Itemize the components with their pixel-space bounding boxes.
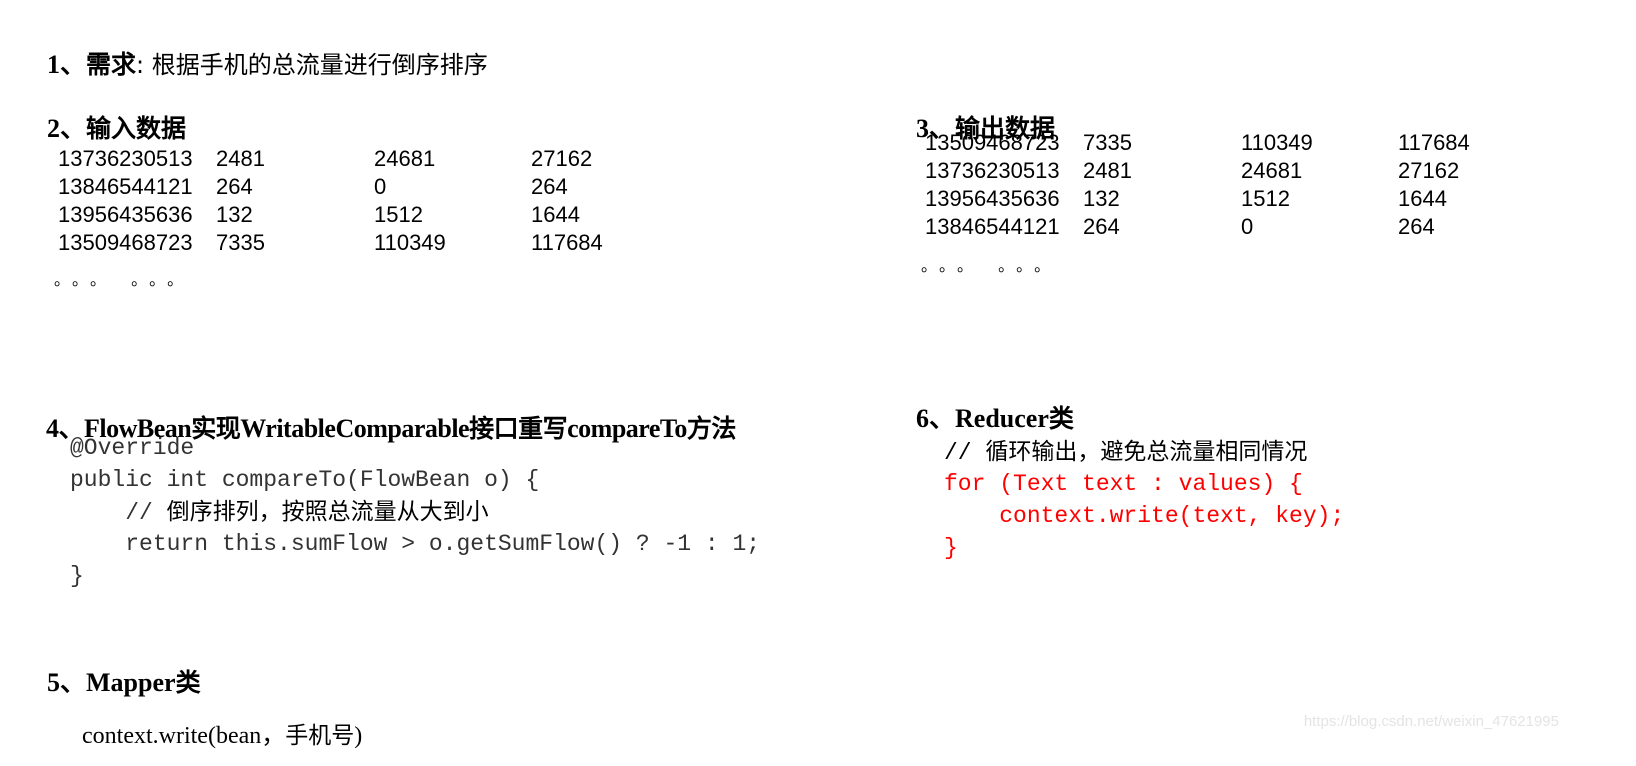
- reducer-code-block: // 循环输出，避免总流量相同情况 for (Text text : value…: [944, 436, 1344, 564]
- code-line: @Override: [70, 435, 195, 461]
- requirement-heading: 1、需求: 根据手机的总流量进行倒序排序: [34, 20, 488, 80]
- down-flow-cell: 1512: [374, 202, 423, 227]
- sum-flow-cell: 27162: [531, 146, 593, 171]
- comment-marker: //: [944, 440, 986, 466]
- ellipsis: 。。。 。。。: [54, 270, 194, 289]
- section-title: 输入数据: [86, 114, 187, 143]
- phone-cell: 13509468723: [925, 130, 1060, 155]
- section-title: Reducer: [955, 404, 1049, 433]
- code-line: return this.sumFlow > o.getSumFlow() ? -…: [70, 531, 761, 557]
- down-flow-cell: 110349: [1241, 130, 1313, 155]
- down-flow-cell: 0: [374, 174, 387, 199]
- up-flow-cell: 264: [1083, 214, 1120, 239]
- requirement-text: 根据手机的总流量进行倒序排序: [151, 51, 488, 79]
- up-flow-cell: 7335: [1083, 130, 1132, 155]
- code-line: for (Text text : values) {: [944, 471, 1303, 497]
- code-prefix: context.write(bean，: [82, 723, 286, 749]
- section-number: 2、: [47, 114, 87, 143]
- up-flow-cell: 7335: [216, 230, 265, 255]
- code-line: public int compareTo(FlowBean o) {: [70, 467, 540, 493]
- code-suffix: ): [354, 723, 363, 749]
- code-line: // 倒序排列，按照总流量从大到小: [70, 496, 760, 528]
- sum-flow-cell: 1644: [531, 202, 580, 227]
- sum-flow-cell: 264: [531, 174, 568, 199]
- compareto-code-block: @Override public int compareTo(FlowBean …: [70, 432, 760, 592]
- section-number: 1、: [47, 50, 87, 79]
- phone-cell: 13846544121: [58, 174, 193, 199]
- section-number: 6、: [916, 404, 956, 433]
- code-cjk: 手机号: [285, 723, 355, 749]
- input-data-heading: 2、输入数据: [34, 84, 186, 144]
- mapper-code: context.write(bean，手机号): [70, 688, 362, 750]
- ellipsis: 。。。 。。。: [921, 256, 1061, 275]
- code-line: context.write(text, key);: [944, 503, 1345, 529]
- up-flow-cell: 132: [216, 202, 253, 227]
- down-flow-cell: 0: [1241, 214, 1254, 239]
- down-flow-cell: 1512: [1241, 186, 1290, 211]
- phone-cell: 13509468723: [58, 230, 193, 255]
- code-line: // 循环输出，避免总流量相同情况: [944, 436, 1344, 468]
- sum-flow-cell: 117684: [531, 230, 603, 255]
- sum-flow-cell: 117684: [1398, 130, 1470, 155]
- section-title: 需求: [86, 50, 137, 79]
- phone-cell: 13736230513: [925, 158, 1060, 183]
- sum-flow-cell: 1644: [1398, 186, 1447, 211]
- reducer-heading: 6、Reducer类: [903, 374, 1074, 434]
- up-flow-cell: 2481: [216, 146, 265, 171]
- separator: :: [136, 51, 152, 79]
- up-flow-cell: 132: [1083, 186, 1120, 211]
- code-line: }: [70, 563, 84, 589]
- code-comment: 倒序排列，按照总流量从大到小: [166, 499, 489, 525]
- code-comment: 循环输出，避免总流量相同情况: [985, 439, 1308, 465]
- watermark: https://blog.csdn.net/weixin_47621995: [1303, 713, 1559, 730]
- up-flow-cell: 2481: [1083, 158, 1132, 183]
- section-title-suffix: 类: [1048, 404, 1074, 433]
- down-flow-cell: 24681: [374, 146, 436, 171]
- down-flow-cell: 24681: [1241, 158, 1303, 183]
- phone-cell: 13956435636: [58, 202, 193, 227]
- sum-flow-cell: 27162: [1398, 158, 1460, 183]
- phone-cell: 13736230513: [58, 146, 193, 171]
- phone-cell: 13956435636: [925, 186, 1060, 211]
- code-line: }: [944, 535, 958, 561]
- phone-cell: 13846544121: [925, 214, 1060, 239]
- comment-marker: //: [70, 500, 167, 526]
- down-flow-cell: 110349: [374, 230, 446, 255]
- sum-flow-cell: 264: [1398, 214, 1435, 239]
- up-flow-cell: 264: [216, 174, 253, 199]
